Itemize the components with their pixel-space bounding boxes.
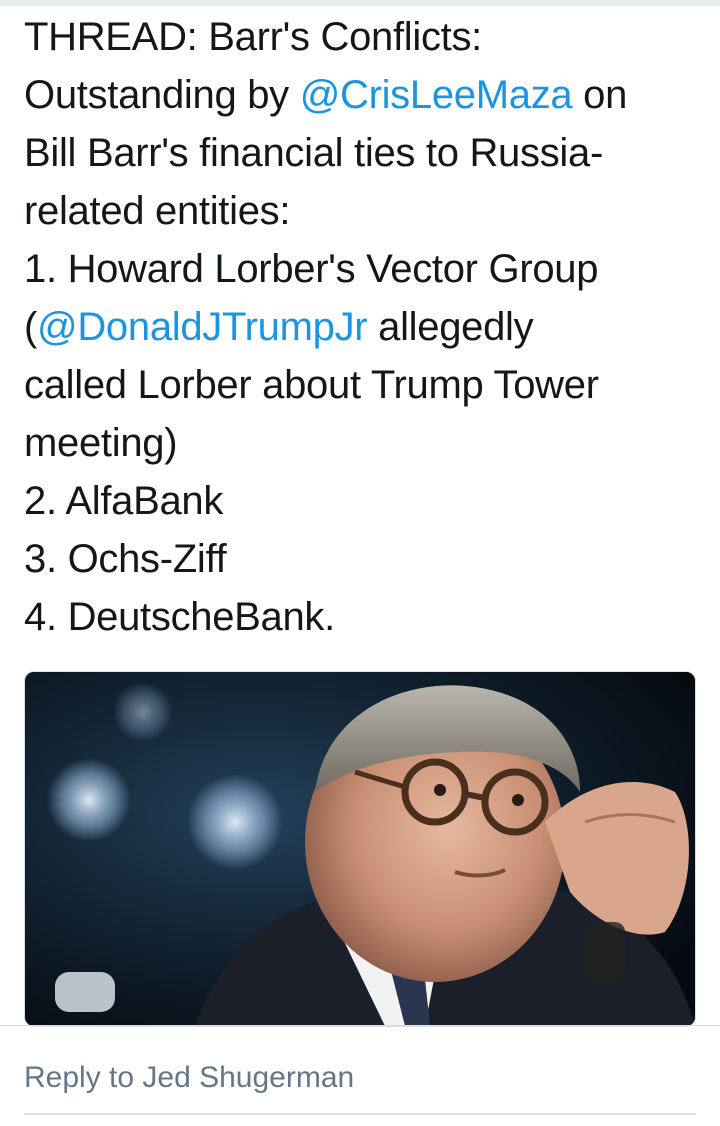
reply-to-link[interactable]: Reply to Jed Shugerman bbox=[24, 1058, 354, 1098]
tweet-line-text: 4. DeutscheBank. bbox=[24, 595, 335, 639]
tweet-line-7: called Lorber about Trump Tower bbox=[24, 356, 696, 414]
tweet-line-1: THREAD: Barr's Conflicts: bbox=[24, 8, 696, 66]
tweet-line-text: 3. Ochs-Ziff bbox=[24, 537, 227, 581]
tweet-line-3: Bill Barr's financial ties to Russia- bbox=[24, 124, 696, 182]
mention-link-crisleemaza[interactable]: @CrisLeeMaza bbox=[300, 73, 573, 117]
tweet-line-10: 3. Ochs-Ziff bbox=[24, 530, 696, 588]
tweet-media-photo[interactable] bbox=[24, 671, 696, 1027]
photo-of-man-adjusting-glasses-icon bbox=[25, 672, 695, 1026]
divider bbox=[0, 1025, 720, 1026]
tweet-line-text: THREAD: Barr's Conflicts: bbox=[24, 15, 482, 59]
mention-link-donaldjtrumpjr[interactable]: @DonaldJTrumpJr bbox=[37, 305, 368, 349]
top-border bbox=[0, 0, 720, 6]
tweet-line-text: allegedly bbox=[367, 305, 534, 349]
tweet-line-9: 2. AlfaBank bbox=[24, 472, 696, 530]
tweet-line-text: 2. AlfaBank bbox=[24, 479, 224, 523]
tweet-line-11: 4. DeutscheBank. bbox=[24, 588, 696, 646]
tweet-line-5: 1. Howard Lorber's Vector Group bbox=[24, 240, 696, 298]
tweet-line-4: related entities: bbox=[24, 182, 696, 240]
tweet-line-text: Bill Barr's financial ties to Russia- bbox=[24, 131, 603, 175]
tweet-line-text: on bbox=[572, 73, 628, 117]
tweet-line-8: meeting) bbox=[24, 414, 696, 472]
tweet-text: THREAD: Barr's Conflicts: Outstanding by… bbox=[24, 8, 696, 646]
tweet-line-text: called Lorber about Trump Tower bbox=[24, 363, 599, 407]
tweet-line-text: Outstanding by bbox=[24, 73, 300, 117]
tweet-line-6: (@DonaldJTrumpJr allegedly bbox=[24, 298, 696, 356]
tweet-line-2: Outstanding by @CrisLeeMaza on bbox=[24, 66, 696, 124]
tweet-line-text: 1. Howard Lorber's Vector Group bbox=[24, 247, 599, 291]
tweet-line-text: related entities: bbox=[24, 189, 291, 233]
divider bbox=[24, 1113, 696, 1115]
tweet-line-text: meeting) bbox=[24, 421, 178, 465]
tweet-line-text: ( bbox=[24, 305, 38, 349]
